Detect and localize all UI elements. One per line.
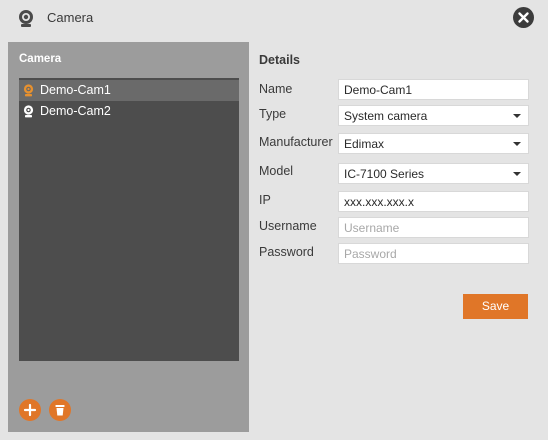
model-select[interactable]: IC-7100 Series [338,163,529,184]
password-field[interactable] [338,243,529,264]
window-title: Camera [47,10,94,25]
close-button[interactable] [513,7,534,28]
plus-icon [23,403,37,417]
webcam-icon [23,105,34,118]
type-select-value: System camera [344,109,428,123]
camera-panel: Camera Demo-Cam1 Demo-Cam2 [8,42,249,432]
delete-camera-button[interactable] [49,399,71,421]
save-button[interactable]: Save [463,294,528,319]
webcam-icon [17,9,35,28]
name-field[interactable] [338,79,529,100]
webcam-icon [23,84,34,97]
camera-list-item-label: Demo-Cam1 [40,83,111,97]
chevron-down-icon [513,114,521,118]
manufacturer-select[interactable]: Edimax [338,133,529,154]
name-label: Name [259,82,293,96]
title-bar: Camera [0,0,548,36]
model-label: Model [259,164,294,178]
camera-panel-header: Camera [19,53,62,65]
add-camera-button[interactable] [19,399,41,421]
camera-list-item-demo-cam2[interactable]: Demo-Cam2 [19,101,239,122]
username-label: Username [259,219,317,233]
manufacturer-select-value: Edimax [344,137,385,151]
password-label: Password [259,245,314,259]
username-field[interactable] [338,217,529,238]
ip-field[interactable] [338,191,529,212]
trash-icon [55,405,65,416]
manufacturer-label: Manufacturer [259,135,333,149]
type-label: Type [259,107,287,121]
camera-list: Demo-Cam1 Demo-Cam2 [19,78,239,361]
camera-list-item-label: Demo-Cam2 [40,104,111,118]
chevron-down-icon [513,142,521,146]
details-header: Details [259,53,300,67]
type-select[interactable]: System camera [338,105,529,126]
chevron-down-icon [513,172,521,176]
camera-list-item-demo-cam1[interactable]: Demo-Cam1 [19,80,239,101]
ip-label: IP [259,193,271,207]
close-icon [518,12,529,23]
model-select-value: IC-7100 Series [344,167,425,181]
